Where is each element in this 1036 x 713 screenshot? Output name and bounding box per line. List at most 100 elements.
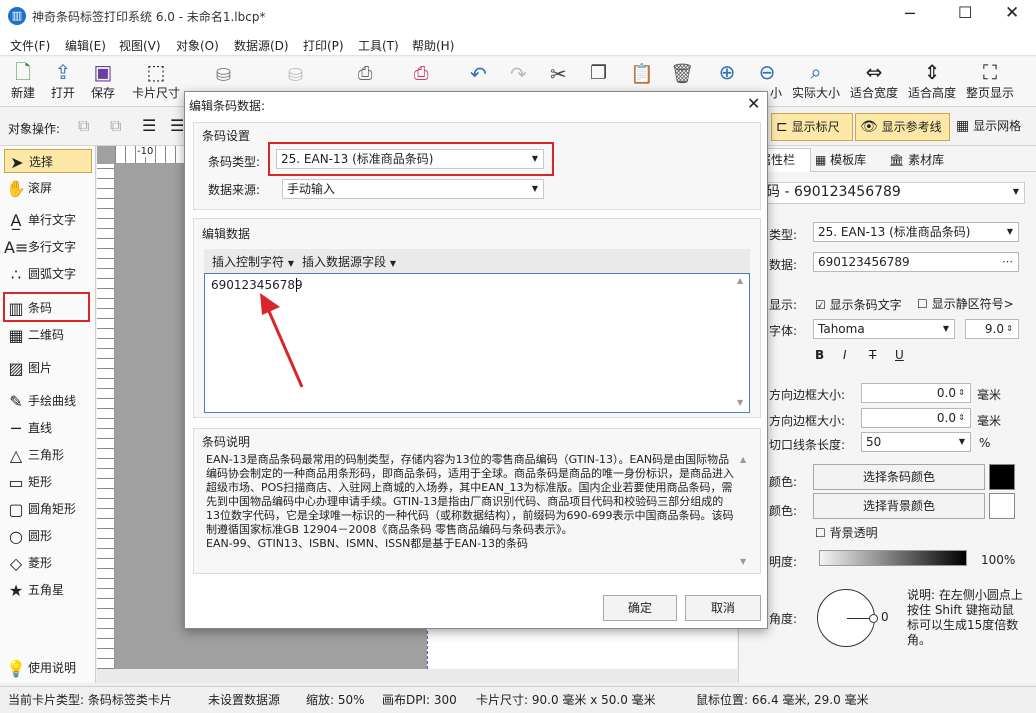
help-button[interactable]: 💡 使用说明 xyxy=(4,656,92,680)
paste-icon: 📋 xyxy=(630,63,654,85)
tab-templates[interactable]: ▦ 模板库 xyxy=(815,148,866,172)
title-bar: ▥ 神奇条码标签打印系统 6.0 - 未命名1.lbcp* ─ ☐ ✕ xyxy=(0,0,1036,32)
angle-dial[interactable] xyxy=(817,589,878,647)
menu-view[interactable]: 视图(V) xyxy=(119,37,161,54)
line-icon: ─ xyxy=(11,418,21,438)
close-icon[interactable]: ✕ xyxy=(1005,3,1019,23)
scroll-up-icon[interactable]: ▲ xyxy=(737,276,743,285)
scroll-down-icon[interactable]: ▼ xyxy=(737,398,743,407)
cancel-button[interactable]: 取消 xyxy=(685,595,761,621)
data-field[interactable]: 690123456789 ⋯ xyxy=(813,252,1019,272)
minimize-icon[interactable]: ─ xyxy=(905,4,915,23)
scroll-up-icon[interactable]: ▲ xyxy=(740,455,746,464)
display-label: 显示: xyxy=(769,298,798,312)
grid-icon: ▦ xyxy=(956,118,970,134)
save-button[interactable]: ▣ 保存 xyxy=(86,59,120,105)
tool-image[interactable]: ▨ 图片 xyxy=(4,356,92,380)
show-ruler-button[interactable]: ⊏ 显示标尺 xyxy=(771,113,853,141)
chevron-down-icon: ▼ xyxy=(1006,227,1013,236)
status-zoom: 缩放: 50% xyxy=(306,693,365,707)
insert-control-char-button[interactable]: 插入控制字符 ▼ xyxy=(212,253,294,270)
actual-size-button[interactable]: ⌕ 实际大小 xyxy=(790,59,842,105)
tool-scroll[interactable]: ✋ 滚屏 xyxy=(4,176,92,200)
dialog-close-icon[interactable]: ✕ xyxy=(747,94,760,113)
open-button[interactable]: ⇪ 打开 xyxy=(46,59,80,105)
spinner-icon: ⇕ xyxy=(1006,324,1013,333)
bg-color-swatch[interactable] xyxy=(989,493,1015,519)
tab-materials[interactable]: 🏛 素材库 xyxy=(889,148,944,172)
tool-line[interactable]: ─ 直线 xyxy=(4,416,92,440)
select-bg-color-button[interactable]: 选择背景颜色 xyxy=(813,493,985,519)
tool-rounded-rect[interactable]: ▢ 圆角矩形 xyxy=(4,497,92,521)
bold-button[interactable]: B xyxy=(815,348,824,362)
bar-color-swatch[interactable] xyxy=(989,464,1015,490)
menu-edit[interactable]: 编辑(E) xyxy=(65,37,106,54)
menu-tools[interactable]: 工具(T) xyxy=(358,37,399,54)
panel-tabs: ▤ 属性栏 ▦ 模板库 🏛 素材库 xyxy=(739,148,1036,172)
maximize-icon[interactable]: ☐ xyxy=(958,3,972,22)
data-source-select[interactable]: 手动输入 ▼ xyxy=(282,179,544,199)
save-icon: ▣ xyxy=(93,60,113,84)
red-arrow xyxy=(260,293,304,388)
tool-star[interactable]: ★ 五角星 xyxy=(4,578,92,602)
menu-datasource[interactable]: 数据源(D) xyxy=(234,37,289,54)
show-grid-button[interactable]: ▦ 显示网格 xyxy=(954,113,1034,141)
menu-print[interactable]: 打印(P) xyxy=(303,37,344,54)
font-select[interactable]: Tahoma ▼ xyxy=(813,319,955,339)
full-page-button[interactable]: ⛶ 整页显示 xyxy=(964,59,1016,105)
show-text-checkbox[interactable]: ☑ 显示条码文字 xyxy=(815,296,902,313)
insert-field-button[interactable]: 插入数据源字段 ▼ xyxy=(302,253,396,270)
menu-help[interactable]: 帮助(H) xyxy=(412,37,454,54)
tool-arc-text[interactable]: ∴ 圆弧文字 xyxy=(4,262,92,286)
strike-button[interactable]: T xyxy=(869,348,876,362)
zoom-in-icon: ⊕ xyxy=(718,60,736,84)
show-guides-button[interactable]: 👁 显示参考线 xyxy=(855,113,950,141)
pen-icon: ✎ xyxy=(9,391,23,411)
menu-bar: 文件(F) 编辑(E) 视图(V) 对象(O) 数据源(D) 打印(P) 工具(… xyxy=(0,32,1036,56)
horizontal-scrollbar[interactable] xyxy=(97,669,737,683)
edit-data-group: 编辑数据 插入控制字符 ▼ 插入数据源字段 ▼ 690123456789 ▲ ▼ xyxy=(193,218,761,418)
checkbox-icon: ☐ xyxy=(917,297,928,311)
vmargin-label: 方向边框大小: xyxy=(769,414,846,428)
tool-multi-text[interactable]: A≡多行文字 xyxy=(4,235,92,259)
eye-icon: 👁 xyxy=(860,119,878,135)
spinner-icon: ⇕ xyxy=(958,413,965,422)
font-label: 字体: xyxy=(769,324,798,338)
italic-button[interactable]: I xyxy=(843,348,847,362)
tool-circle[interactable]: ○ 圆形 xyxy=(4,524,92,548)
fit-height-button[interactable]: ⇕ 适合高度 xyxy=(906,59,958,105)
tool-freehand[interactable]: ✎ 手绘曲线 xyxy=(4,389,92,413)
tool-triangle[interactable]: △ 三角形 xyxy=(4,443,92,467)
scroll-down-icon[interactable]: ▼ xyxy=(740,557,746,566)
tool-rect[interactable]: ▭ 矩形 xyxy=(4,470,92,494)
angle-label: 角度: xyxy=(769,612,798,626)
db2-icon: ⛁ xyxy=(288,65,304,86)
font-size-input[interactable]: 9.0 ⇕ xyxy=(965,319,1019,339)
tool-select[interactable]: ➤ 选择 xyxy=(4,149,92,173)
object-select[interactable]: 码 - 690123456789 ▼ xyxy=(761,182,1025,204)
diamond-icon: ◇ xyxy=(9,553,23,573)
tool-diamond[interactable]: ◇ 菱形 xyxy=(4,551,92,575)
underline-button[interactable]: U xyxy=(895,348,904,362)
menu-object[interactable]: 对象(O) xyxy=(176,37,219,54)
bg-transparent-checkbox[interactable]: ☐ 背景透明 xyxy=(815,524,878,541)
hmargin-input[interactable]: 0.0 ⇕ xyxy=(861,383,971,403)
opacity-slider[interactable] xyxy=(819,550,967,566)
show-quiet-checkbox[interactable]: ☐ 显示静区符号> xyxy=(917,295,1014,312)
angle-note: 说明: 在左侧小圆点上按住 Shift 键拖动鼠标可以生成15度倍数角。 xyxy=(907,588,1023,647)
tool-single-text[interactable]: A̲ 单行文字 xyxy=(4,208,92,232)
angle-handle[interactable] xyxy=(869,614,878,623)
select-bar-color-button[interactable]: 选择条码颜色 xyxy=(813,464,985,490)
ok-button[interactable]: 确定 xyxy=(603,595,677,621)
new-button[interactable]: 🗋 新建 xyxy=(6,59,40,105)
star-icon: ★ xyxy=(8,580,24,600)
cut-length-select[interactable]: 50 ▼ xyxy=(861,432,971,452)
barcode-description-text: EAN-13是商品条码最常用的码制类型，存储内容为13位的零售商品编码（GTIN… xyxy=(206,453,734,569)
vmargin-input[interactable]: 0.0 ⇕ xyxy=(861,408,971,428)
card-size-button[interactable]: ⬚ 卡片尺寸 xyxy=(128,59,184,105)
menu-file[interactable]: 文件(F) xyxy=(10,37,50,54)
description-paragraph: EAN-13是商品条码最常用的码制类型，存储内容为13位的零售商品编码（GTIN… xyxy=(206,453,734,536)
fit-width-button[interactable]: ⇔ 适合宽度 xyxy=(848,59,900,105)
type-select[interactable]: 25. EAN-13 (标准商品条码) ▼ xyxy=(813,222,1019,242)
tool-qrcode[interactable]: ▦ 二维码 xyxy=(4,323,92,347)
